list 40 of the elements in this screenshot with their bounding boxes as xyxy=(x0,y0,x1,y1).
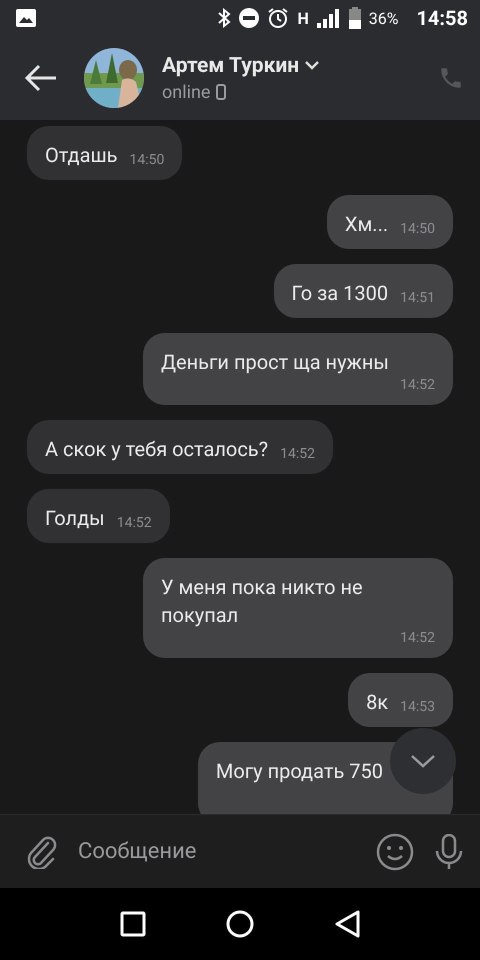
message-text: Могу продать 750 xyxy=(216,758,383,785)
message-time: 14:52 xyxy=(116,514,152,532)
battery-level: 36% xyxy=(368,8,398,28)
message-text: А скок у тебя осталось? xyxy=(45,436,268,463)
message-text: 8к xyxy=(366,689,388,716)
chevron-down-icon[interactable] xyxy=(305,61,320,70)
message-composer[interactable]: Сообщение xyxy=(0,814,480,888)
back-nav-button[interactable] xyxy=(334,910,360,938)
message-text: Отдашь xyxy=(45,142,118,169)
alarm-icon xyxy=(267,7,290,29)
back-button[interactable] xyxy=(24,63,58,93)
message-text: Го за 1300 xyxy=(292,280,388,307)
message-text: У меня пока никто не покупал xyxy=(161,574,364,629)
clock: 14:58 xyxy=(416,6,468,30)
chevron-down-icon xyxy=(410,754,436,768)
message-text: Голды xyxy=(45,505,105,532)
message-input[interactable]: Сообщение xyxy=(78,835,356,868)
emoji-button[interactable] xyxy=(376,832,414,870)
message-time: 14:50 xyxy=(130,151,164,169)
message-text: Деньги прост ща нужны xyxy=(161,349,389,376)
microphone-button[interactable] xyxy=(434,834,464,870)
message-text: Хм... xyxy=(344,211,388,238)
image-icon xyxy=(16,9,36,27)
message-time: 14:53 xyxy=(400,698,435,716)
message-time: 14:52 xyxy=(400,376,435,394)
battery-icon xyxy=(348,7,361,29)
message-time: 14:52 xyxy=(400,629,435,647)
phone-icon xyxy=(216,84,226,100)
contact-name[interactable]: Артем Туркин xyxy=(162,54,300,78)
network-type: H xyxy=(297,8,309,28)
bluetooth-icon xyxy=(217,8,232,28)
message-time: 14:52 xyxy=(280,445,315,463)
message-time: 14:50 xyxy=(400,220,435,238)
home-button[interactable] xyxy=(226,910,254,938)
online-status: online xyxy=(162,82,210,102)
do-not-disturb-icon xyxy=(239,8,260,28)
attach-button[interactable] xyxy=(26,834,58,868)
signal-icon xyxy=(316,8,341,28)
recents-button[interactable] xyxy=(120,911,146,937)
message-time: 14:51 xyxy=(400,289,435,307)
